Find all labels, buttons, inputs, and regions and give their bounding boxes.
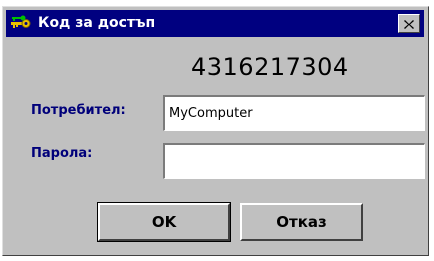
password-label: Парола: (31, 146, 93, 161)
ok-button[interactable]: OK (97, 202, 231, 242)
password-input[interactable] (163, 143, 425, 179)
access-code-display: 4316217304 (191, 53, 349, 81)
close-icon (404, 14, 414, 33)
window-title: Код за достъп (38, 15, 156, 31)
title-bar[interactable]: Код за достъп (6, 10, 424, 37)
user-label: Потребител: (31, 103, 126, 118)
access-code-dialog: Код за достъп 4316217304 Потребител: Пар… (2, 6, 429, 256)
user-input[interactable] (163, 95, 425, 131)
keys-icon (10, 14, 32, 32)
close-button[interactable] (398, 14, 420, 33)
cancel-button[interactable]: Отказ (240, 203, 363, 241)
